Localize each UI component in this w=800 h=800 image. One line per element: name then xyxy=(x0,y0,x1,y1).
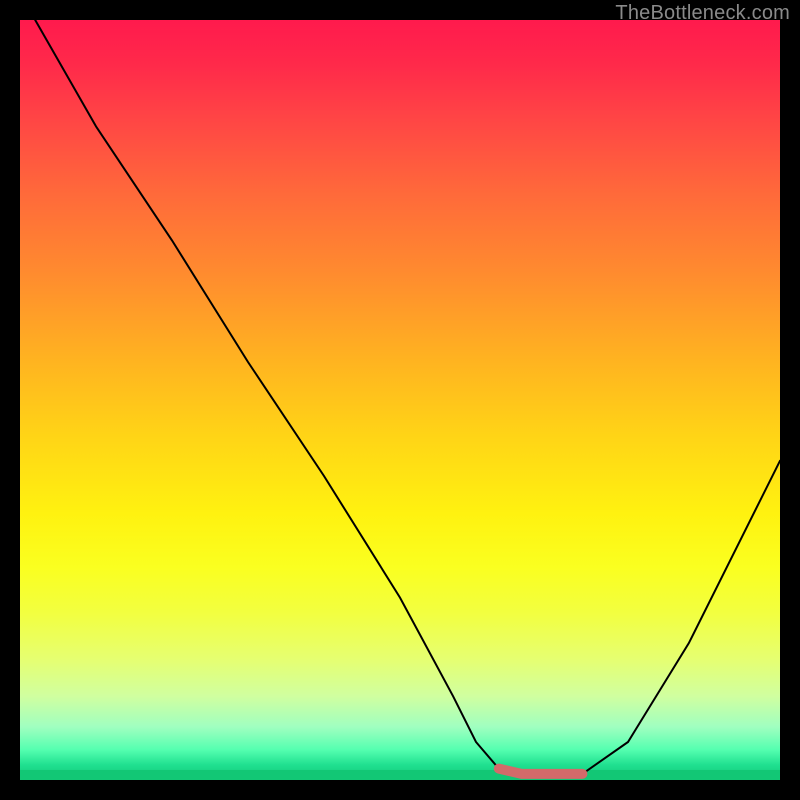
plot-area xyxy=(20,20,780,780)
chart-svg xyxy=(20,20,780,780)
attribution-label: TheBottleneck.com xyxy=(615,2,790,25)
chart-frame: TheBottleneck.com xyxy=(0,0,800,800)
bottleneck-curve xyxy=(35,20,780,774)
optimal-zone-path xyxy=(499,769,583,774)
bottleneck-curve-path xyxy=(35,20,780,774)
optimal-zone-segment xyxy=(499,769,583,774)
